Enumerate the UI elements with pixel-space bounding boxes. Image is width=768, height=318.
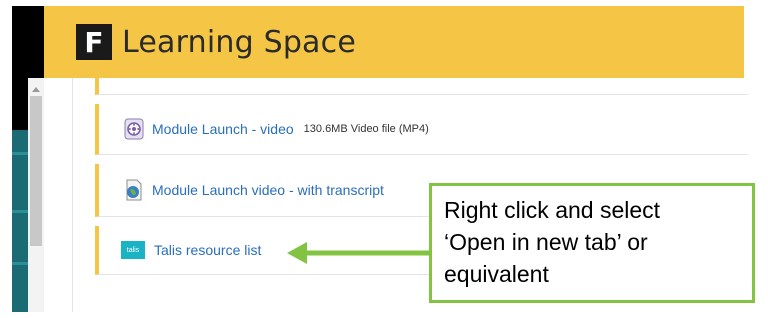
video-file-icon: [124, 118, 144, 140]
site-header: F Learning Space: [44, 6, 744, 78]
resource-link[interactable]: Module Launch - video: [152, 121, 294, 137]
file-size-label: 130.6MB Video file (MP4): [303, 123, 429, 135]
learning-space-screen: F Learning Space Module Launch - video 1…: [0, 0, 768, 318]
left-teal-panel: [12, 130, 28, 312]
learning-space-logo[interactable]: F: [76, 24, 112, 60]
chevron-up-icon: [32, 86, 40, 92]
callout-text-line: equivalent: [444, 261, 549, 287]
callout-text-line: Right click and select: [444, 197, 661, 223]
transcript-document-icon: [126, 179, 142, 201]
site-title: Learning Space: [122, 24, 356, 60]
talis-logo-icon: talis: [121, 241, 145, 259]
scrollbar-thumb[interactable]: [30, 96, 42, 246]
list-item: [95, 78, 748, 95]
left-panel-divider: [12, 152, 28, 155]
resource-link[interactable]: Talis resource list: [154, 242, 261, 258]
arrow-left-icon: [287, 242, 431, 264]
instruction-callout: Right click and select ‘Open in new tab’…: [429, 183, 755, 303]
callout-text-line: ‘Open in new tab’ or: [444, 229, 648, 255]
resource-item-video[interactable]: Module Launch - video 130.6MB Video file…: [95, 104, 748, 155]
resource-link[interactable]: Module Launch video - with transcript: [152, 182, 384, 198]
logo-letter: F: [84, 25, 104, 59]
left-panel-divider: [12, 210, 28, 213]
left-panel-divider: [12, 262, 28, 265]
scroll-up-button[interactable]: [28, 82, 44, 96]
